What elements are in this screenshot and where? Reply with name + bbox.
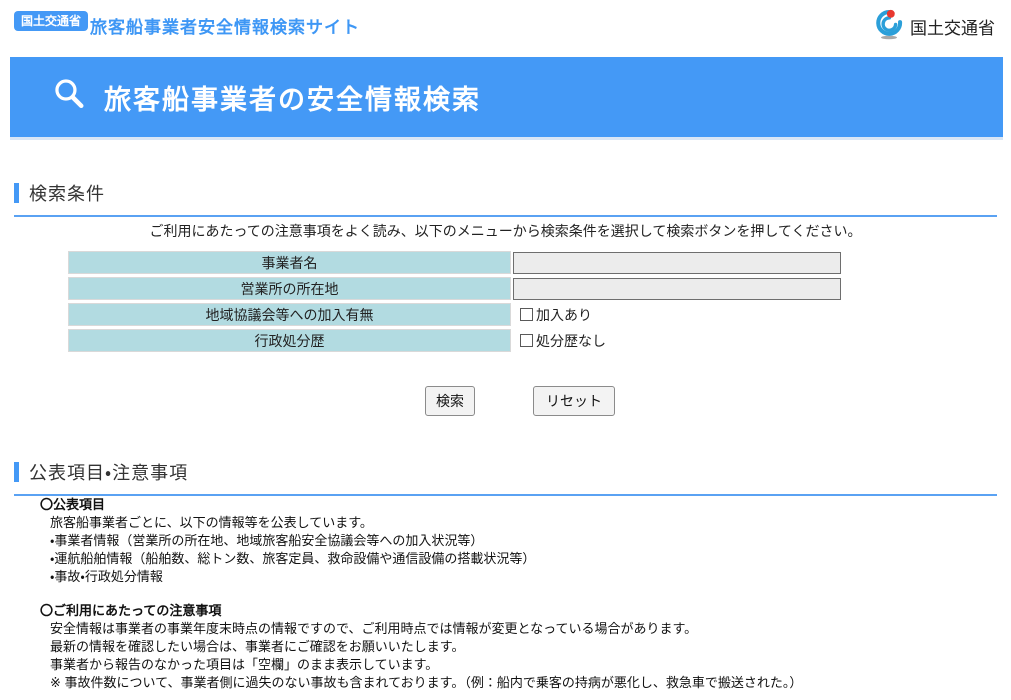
council-membership-checkbox[interactable] xyxy=(520,308,533,321)
form-row-disposition-history: 行政処分歴 処分歴なし xyxy=(68,329,841,352)
banner-title: 旅客船事業者の安全情報検索 xyxy=(104,78,481,117)
search-icon xyxy=(52,77,88,118)
field-label: 営業所の所在地 xyxy=(68,277,511,300)
note-line: 旅客船事業者ごとに、以下の情報等を公表しています。 xyxy=(50,514,990,532)
site-title: 旅客船事業者安全情報検索サイト xyxy=(90,13,360,38)
note-line: ・事故・行政処分情報 xyxy=(50,568,990,586)
page-banner: 旅客船事業者の安全情報検索 xyxy=(10,57,1003,140)
field-label: 行政処分歴 xyxy=(68,329,511,352)
form-row-operator-name: 事業者名 xyxy=(68,251,841,274)
note-block-title: 〇ご利用にあたっての注意事項 xyxy=(40,602,990,620)
note-line: ・運航船舶情報（船舶数、総トン数、旅客定員、救命設備や通信設備の搭載状況等） xyxy=(50,550,990,568)
field-value-cell xyxy=(513,251,841,274)
heading-accent-bar xyxy=(14,462,19,482)
usage-notes-block: 〇ご利用にあたっての注意事項 安全情報は事業者の事業年度末時点の情報ですので、ご… xyxy=(40,602,990,692)
note-line: 最新の情報を確認したい場合は、事業者にご確認をお願いいたします。 xyxy=(50,638,990,656)
note-line: 安全情報は事業者の事業年度末時点の情報ですので、ご利用時点では情報が変更となって… xyxy=(50,620,990,638)
field-value-cell xyxy=(513,277,841,300)
mlit-logo-icon xyxy=(873,8,905,45)
field-value-cell: 加入あり xyxy=(513,303,592,326)
form-row-council-membership: 地域協議会等への加入有無 加入あり xyxy=(68,303,841,326)
page: 国土交通省 旅客船事業者安全情報検索サイト 国土交通省 旅客船事業者の安全情報検… xyxy=(0,0,1011,700)
mlit-logo-text: 国土交通省 xyxy=(910,14,995,39)
search-conditions-title: 検索条件 xyxy=(29,180,105,206)
note-line: ※ 事故件数について、事業者側に過失のない事故も含まれております。（例：船内で乗… xyxy=(50,674,990,692)
disposition-history-checkbox[interactable] xyxy=(520,334,533,347)
mlit-badge: 国土交通省 xyxy=(14,11,88,31)
top-header: 国土交通省 旅客船事業者安全情報検索サイト 国土交通省 xyxy=(0,0,1011,50)
council-membership-option: 加入あり xyxy=(520,305,592,325)
search-button[interactable]: 検索 xyxy=(425,386,475,416)
notes-heading: 公表項目・注意事項 xyxy=(14,459,997,496)
notes-title: 公表項目・注意事項 xyxy=(29,459,188,485)
note-block-title: 〇公表項目 xyxy=(40,496,990,514)
field-label: 地域協議会等への加入有無 xyxy=(68,303,511,326)
operator-name-input[interactable] xyxy=(513,252,841,274)
heading-accent-bar xyxy=(14,183,19,203)
form-row-office-location: 営業所の所在地 xyxy=(68,277,841,300)
search-form-table: 事業者名 営業所の所在地 地域協議会等への加入有無 加入あり 行政処分歴 xyxy=(68,251,841,355)
note-line: ・事業者情報（営業所の所在地、地域旅客船安全協議会等への加入状況等） xyxy=(50,532,990,550)
field-label: 事業者名 xyxy=(68,251,511,274)
note-line: 事業者から報告のなかった項目は「空欄」のまま表示しています。 xyxy=(50,656,990,674)
field-value-cell: 処分歴なし xyxy=(513,329,606,352)
checkbox-label: 処分歴なし xyxy=(536,331,606,351)
disposition-history-option: 処分歴なし xyxy=(520,331,606,351)
reset-button[interactable]: リセット xyxy=(533,386,615,416)
office-location-input[interactable] xyxy=(513,278,841,300)
notes-body: 〇公表項目 旅客船事業者ごとに、以下の情報等を公表しています。 ・事業者情報（営… xyxy=(40,496,990,700)
published-items-block: 〇公表項目 旅客船事業者ごとに、以下の情報等を公表しています。 ・事業者情報（営… xyxy=(40,496,990,586)
checkbox-label: 加入あり xyxy=(536,305,592,325)
mlit-logo-group: 国土交通省 xyxy=(873,8,995,45)
search-conditions-heading: 検索条件 xyxy=(14,180,997,217)
instruction-text: ご利用にあたっての注意事項をよく読み、以下のメニューから検索条件を選択して検索ボ… xyxy=(0,221,1011,241)
